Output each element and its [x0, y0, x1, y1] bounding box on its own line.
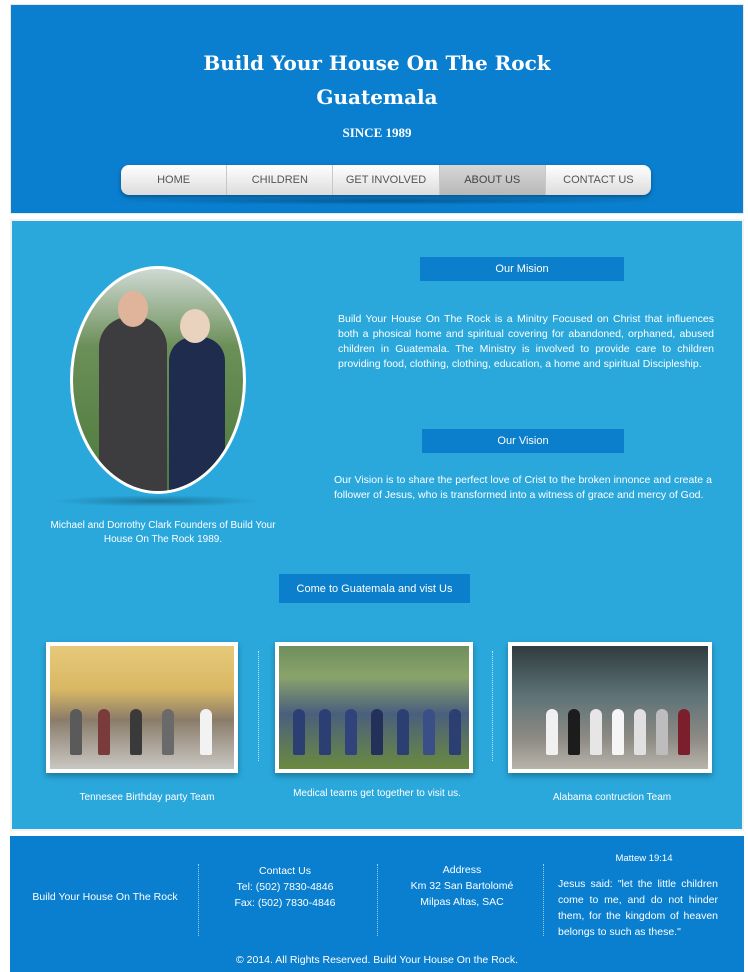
nav-item-contact-us[interactable]: CONTACT US: [546, 165, 651, 195]
photo-figure: [130, 709, 142, 755]
photo-figure: [397, 709, 409, 755]
gallery-photo-tennesee[interactable]: [46, 642, 238, 773]
address-line: Milpas Altas, SAC: [420, 896, 504, 908]
main-nav: HOME CHILDREN GET INVOLVED ABOUT US CONT…: [121, 165, 651, 195]
since-label: SINCE 1989: [342, 125, 412, 140]
photo-figure: [656, 709, 668, 755]
footer-contact: Contact Us Tel: (502) 7830-4846 Fax: (50…: [210, 863, 360, 911]
photo-figure: [423, 709, 435, 755]
gallery-photo-medical[interactable]: [275, 642, 473, 773]
visit-us-button[interactable]: Come to Guatemala and vist Us: [279, 574, 470, 603]
footer-brand: Build Your House On The Rock: [32, 891, 178, 903]
photo-figure: [200, 709, 212, 755]
photo-figure-man: [99, 317, 167, 491]
photo-figure: [612, 709, 624, 755]
photo-figure: [162, 709, 174, 755]
gallery-caption: Medical teams get together to visit us.: [293, 788, 461, 799]
nav-item-get-involved[interactable]: GET INVOLVED: [333, 165, 440, 195]
gallery-photo-alabama[interactable]: [508, 642, 712, 773]
photo-figure: [449, 709, 461, 755]
contact-title: Contact Us: [259, 865, 311, 877]
address-line: Km 32 San Bartolomé: [410, 880, 514, 892]
photo-figure: [98, 709, 110, 755]
footer-address: Address Km 32 San Bartolomé Milpas Altas…: [390, 862, 534, 910]
contact-tel[interactable]: Tel: (502) 7830-4846: [210, 879, 360, 895]
vision-heading: Our Vision: [422, 429, 624, 453]
photo-figure: [568, 709, 580, 755]
mission-heading: Our Mision: [420, 257, 624, 281]
verse-title: Mattew 19:14: [615, 853, 673, 864]
photo-figure-woman: [169, 337, 225, 491]
photo-figure: [70, 709, 82, 755]
photo-figure: [590, 709, 602, 755]
site-subtitle: Guatemala: [316, 85, 438, 109]
photo-figure: [678, 709, 690, 755]
photo-figure-woman-head: [180, 309, 210, 343]
photo-figure: [634, 709, 646, 755]
nav-item-children[interactable]: CHILDREN: [227, 165, 334, 195]
nav-shadow: [101, 197, 671, 205]
mission-text: Build Your House On The Rock is a Minitr…: [338, 313, 714, 370]
gallery-caption: Tennesee Birthday party Team: [79, 792, 215, 803]
footer-divider: [198, 864, 199, 936]
photo-figure: [371, 709, 383, 755]
copyright: © 2014. All Rights Reserved. Build Your …: [235, 954, 519, 966]
photo-figure: [546, 709, 558, 755]
footer-divider: [377, 864, 378, 936]
about-section: Michael and Dorrothy Clark Founders of B…: [10, 219, 744, 831]
founders-photo: [70, 266, 246, 494]
address-title: Address: [442, 864, 482, 876]
verse-text: Jesus said: "let the little children com…: [558, 878, 718, 938]
site-header: Build Your House On The Rock Guatemala S…: [10, 4, 744, 214]
site-title: Build Your House On The Rock: [203, 51, 551, 75]
vision-text: Our Vision is to share the perfect love …: [334, 474, 712, 501]
gallery-divider: [492, 651, 493, 761]
contact-fax: Fax: (502) 7830-4846: [234, 897, 336, 909]
photo-figure: [345, 709, 357, 755]
nav-item-about-us[interactable]: ABOUT US: [439, 165, 546, 195]
site-footer: Build Your House On The Rock Contact Us …: [10, 836, 744, 972]
gallery-divider: [258, 651, 259, 761]
photo-figure: [319, 709, 331, 755]
gallery-caption: Alabama contruction Team: [552, 792, 672, 803]
photo-figure: [293, 709, 305, 755]
photo-figure-man-head: [118, 291, 148, 327]
nav-item-home[interactable]: HOME: [121, 165, 228, 195]
photo-shadow: [52, 495, 262, 507]
footer-divider: [543, 864, 544, 936]
founders-caption: Michael and Dorrothy Clark Founders of B…: [50, 520, 276, 545]
